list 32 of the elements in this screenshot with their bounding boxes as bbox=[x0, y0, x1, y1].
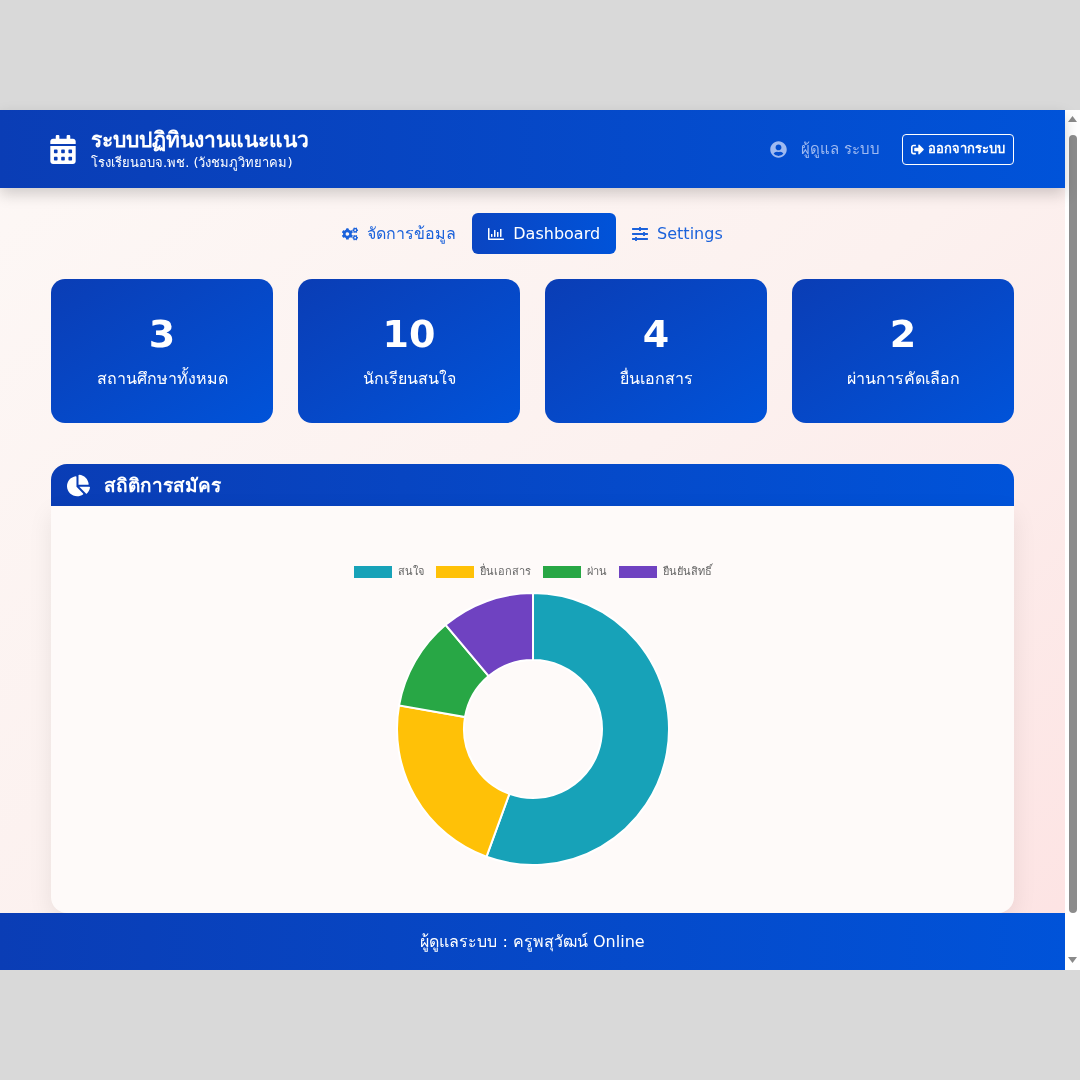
school-name: โรงเรียนอบจ.พช. (วังชมภูวิทยาคม) bbox=[91, 154, 294, 172]
legend-label: ยืนยันสิทธิ์ bbox=[662, 564, 712, 580]
legend-label: ผ่าน bbox=[586, 564, 607, 580]
footer-text: ผู้ดูแลระบบ : ครูพสุวัฒน์ Online bbox=[420, 930, 645, 954]
tab[interactable]: Dashboard bbox=[472, 213, 617, 254]
sign-out-icon bbox=[911, 142, 924, 156]
stat-value: 10 bbox=[382, 312, 436, 356]
stat-value: 4 bbox=[642, 312, 670, 356]
pie-chart-icon bbox=[67, 473, 90, 497]
bar-chart-icon bbox=[488, 225, 505, 242]
app-title: ระบบปฏิทินงานแนะแนว bbox=[91, 127, 309, 154]
scrollbar-track[interactable] bbox=[1065, 110, 1080, 970]
stat-label: นักเรียนสนใจ bbox=[362, 368, 456, 390]
stat-label: ยื่นเอกสาร bbox=[619, 368, 693, 390]
legend-label: ยื่นเอกสาร bbox=[479, 564, 531, 580]
tab[interactable]: Settings bbox=[632, 213, 723, 254]
sliders-icon bbox=[632, 225, 649, 242]
user-icon bbox=[770, 140, 788, 158]
legend-label: สนใจ bbox=[397, 564, 424, 580]
tab[interactable]: จัดการข้อมูล bbox=[342, 213, 457, 254]
stat-value: 2 bbox=[889, 312, 917, 356]
panel-title: สถิติการสมัคร bbox=[104, 472, 221, 498]
gears-icon bbox=[342, 225, 359, 242]
user-name: ผู้ดูแล ระบบ bbox=[801, 138, 880, 160]
stat-value: 3 bbox=[148, 312, 176, 356]
stat-label: สถานศึกษาทั้งหมด bbox=[96, 368, 228, 390]
scroll-down-icon[interactable] bbox=[1068, 957, 1077, 963]
stat-label: ผ่านการคัดเลือก bbox=[846, 368, 960, 390]
scroll-up-icon[interactable] bbox=[1068, 116, 1077, 122]
logout-button[interactable]: ออกจากระบบ bbox=[902, 133, 1014, 165]
calendar-icon bbox=[50, 134, 76, 164]
scrollbar-thumb[interactable] bbox=[1068, 135, 1077, 913]
